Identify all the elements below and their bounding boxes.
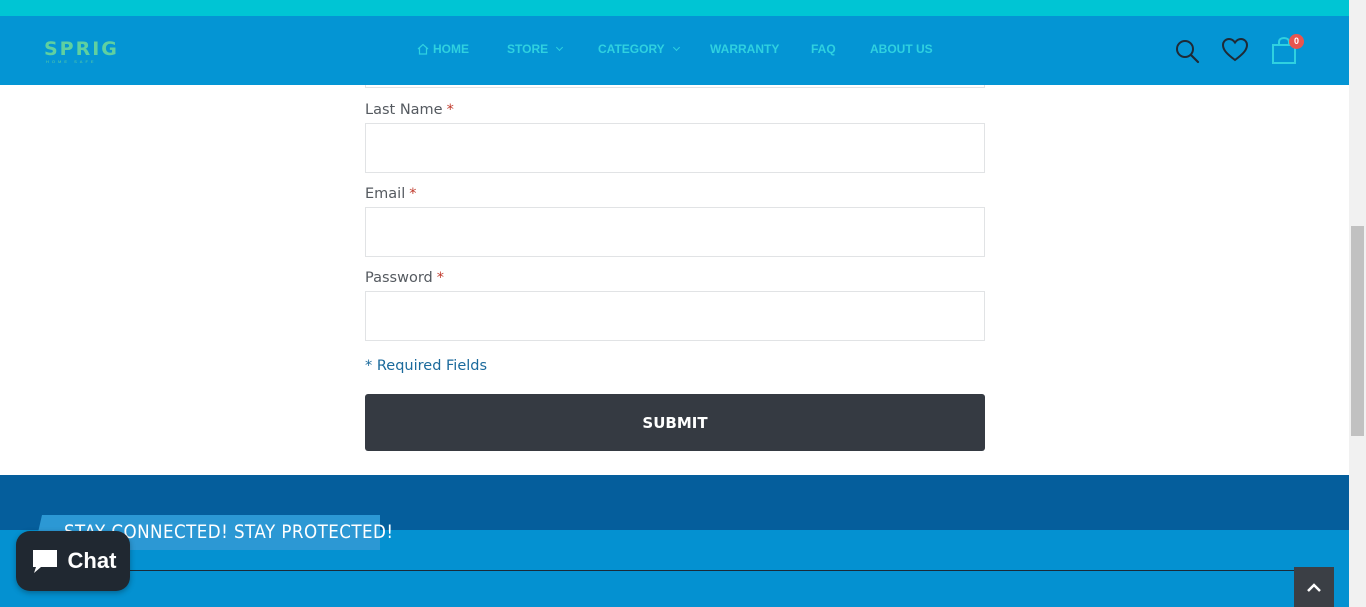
- required-marker: *: [436, 270, 444, 286]
- required-marker: *: [446, 102, 454, 118]
- chat-label: Chat: [67, 548, 117, 573]
- chat-bubble-icon: [32, 550, 57, 573]
- arrow-up-icon: [1307, 583, 1321, 592]
- scrollbar-thumb[interactable]: [1351, 226, 1364, 436]
- nav-warranty-label: WARRANTY: [710, 42, 780, 56]
- nav-category-label: CATEGORY: [598, 42, 665, 56]
- last-name-label-text: Last Name: [365, 102, 443, 118]
- required-marker: *: [409, 186, 417, 202]
- submit-button[interactable]: SUBMIT: [365, 394, 985, 451]
- site-header: SPRIG HOME SAFE HOME STORE CATEGORY WARR…: [0, 16, 1349, 85]
- nav-warranty[interactable]: WARRANTY: [710, 42, 779, 56]
- nav-faq[interactable]: FAQ: [811, 42, 836, 56]
- logo-tagline: HOME SAFE: [46, 59, 97, 64]
- logo[interactable]: SPRIG: [44, 40, 119, 59]
- nav-home-label: HOME: [433, 42, 469, 56]
- cart-count-badge: 0: [1289, 34, 1304, 49]
- nav-about[interactable]: ABOUT US: [870, 42, 933, 56]
- nav-home[interactable]: HOME: [417, 42, 469, 56]
- chevron-down-icon: [556, 43, 564, 52]
- last-name-label: Last Name *: [365, 102, 454, 118]
- password-label: Password *: [365, 270, 444, 286]
- password-label-text: Password: [365, 270, 433, 286]
- search-icon[interactable]: [1174, 38, 1200, 64]
- footer-divider: [110, 570, 1295, 571]
- required-fields-note: * Required Fields: [365, 358, 488, 374]
- chevron-down-icon: [672, 43, 680, 52]
- email-label-text: Email: [365, 186, 406, 202]
- nav-category[interactable]: CATEGORY: [598, 42, 680, 56]
- email-field[interactable]: [365, 207, 985, 257]
- first-name-field[interactable]: [365, 85, 985, 88]
- nav-faq-label: FAQ: [811, 42, 836, 56]
- chat-button[interactable]: Chat: [16, 531, 130, 591]
- email-label: Email *: [365, 186, 416, 202]
- nav-about-label: ABOUT US: [870, 42, 933, 56]
- nav-store[interactable]: STORE: [507, 42, 564, 56]
- home-icon: [417, 43, 429, 55]
- password-field[interactable]: [365, 291, 985, 341]
- top-strip: [0, 0, 1349, 16]
- scroll-to-top-button[interactable]: [1294, 567, 1334, 607]
- nav-store-label: STORE: [507, 42, 549, 56]
- last-name-field[interactable]: [365, 123, 985, 173]
- heart-icon[interactable]: [1221, 37, 1249, 63]
